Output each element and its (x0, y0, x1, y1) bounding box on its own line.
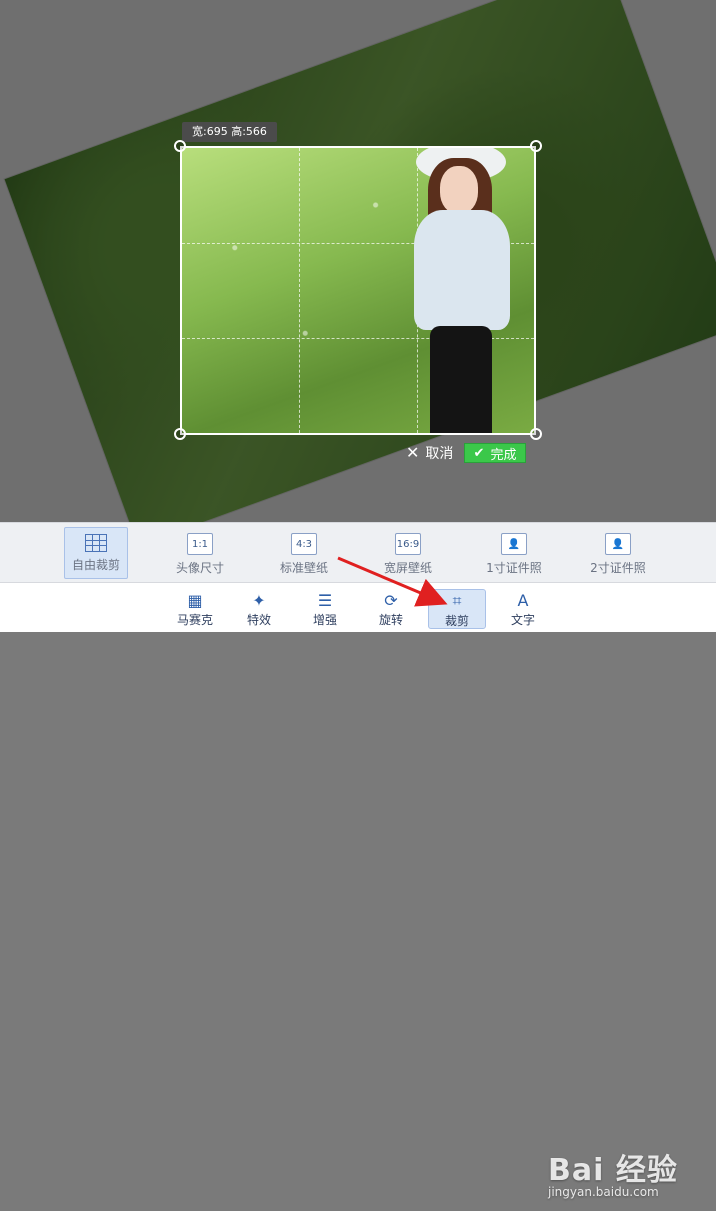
crop-selection-box[interactable] (180, 146, 536, 435)
ratio-1-1-icon: 1:1 (187, 533, 213, 555)
magic-wand-icon: ✦ (252, 590, 266, 610)
person-icon: 👤 (501, 533, 527, 555)
tool-mosaic[interactable]: ▦ 马赛克 (166, 589, 224, 629)
crop-mode-label: 标准壁纸 (279, 561, 328, 575)
crop-mode-label: 宽屏壁纸 (383, 561, 432, 575)
tool-rotate[interactable]: ⟳ 旋转 (362, 589, 420, 629)
done-label: 完成 (490, 447, 517, 463)
baidu-watermark: Bai 经验 jingyan.baidu.com (548, 1145, 708, 1211)
crop-handle-bottom-right[interactable] (530, 428, 542, 440)
crop-mode-standard-wallpaper[interactable]: 4:3 标准壁纸 (272, 527, 336, 579)
ratio-4-3-icon: 4:3 (291, 533, 317, 555)
tool-label: 增强 (312, 613, 337, 627)
shirt (414, 210, 510, 330)
crop-mode-label: 2寸证件照 (590, 561, 646, 575)
close-icon: ✕ (406, 443, 420, 462)
rotate-icon: ⟳ (384, 590, 398, 610)
tool-label: 旋转 (378, 613, 403, 627)
tool-label: 马赛克 (176, 613, 213, 627)
sliders-icon: ☰ (317, 590, 333, 610)
tool-label: 文字 (510, 613, 535, 627)
person-icon: 👤 (605, 533, 631, 555)
cancel-label: 取消 (425, 446, 454, 462)
done-button[interactable]: ✔ 完成 (464, 443, 526, 463)
image-canvas[interactable]: 宽:695 高:566 ✕ 取消 ✔ 完成 (0, 0, 716, 522)
crop-mode-2inch-photo[interactable]: 👤 2寸证件照 (586, 527, 650, 579)
cancel-button[interactable]: ✕ 取消 (406, 443, 453, 463)
crop-handle-top-right[interactable] (530, 140, 542, 152)
skirt (430, 326, 492, 433)
tool-bar: ▦ 马赛克 ✦ 特效 ☰ 增强 ⟳ 旋转 ⌗ 裁剪 A 文字 Bai 经验 ji… (0, 582, 716, 1199)
crop-mode-free[interactable]: 自由裁剪 (64, 527, 128, 579)
crop-mode-label: 自由裁剪 (71, 558, 120, 572)
crop-handle-top-left[interactable] (174, 140, 186, 152)
crop-mode-1inch-photo[interactable]: 👤 1寸证件照 (482, 527, 546, 579)
watermark-brand: Bai 经验 (548, 1153, 678, 1188)
face (440, 166, 478, 214)
girl-figure (406, 148, 516, 433)
mosaic-icon: ▦ (187, 590, 203, 610)
grid-icon (85, 534, 107, 552)
ratio-16-9-icon: 16:9 (395, 533, 421, 555)
tool-label: 裁剪 (444, 614, 469, 628)
check-icon: ✔ (473, 445, 485, 461)
crop-dimension-label: 宽:695 高:566 (182, 122, 277, 142)
crop-mode-label: 头像尺寸 (175, 561, 224, 575)
watermark-domain: jingyan.baidu.com (548, 1185, 659, 1199)
crop-grid-line-v1 (299, 148, 301, 433)
tool-enhance[interactable]: ☰ 增强 (296, 589, 354, 629)
text-icon: A (517, 590, 529, 610)
crop-mode-avatar[interactable]: 1:1 头像尺寸 (168, 527, 232, 579)
crop-handle-bottom-left[interactable] (174, 428, 186, 440)
crop-mode-wide-wallpaper[interactable]: 16:9 宽屏壁纸 (376, 527, 440, 579)
tool-effects[interactable]: ✦ 特效 (230, 589, 288, 629)
tool-label: 特效 (246, 613, 271, 627)
crop-mode-label: 1寸证件照 (486, 561, 542, 575)
tool-text[interactable]: A 文字 (494, 589, 552, 629)
crop-icon: ⌗ (452, 591, 462, 610)
crop-mode-bar: 自由裁剪 1:1 头像尺寸 4:3 标准壁纸 16:9 宽屏壁纸 👤 1寸证件照… (0, 522, 716, 582)
tool-crop[interactable]: ⌗ 裁剪 (428, 589, 486, 629)
